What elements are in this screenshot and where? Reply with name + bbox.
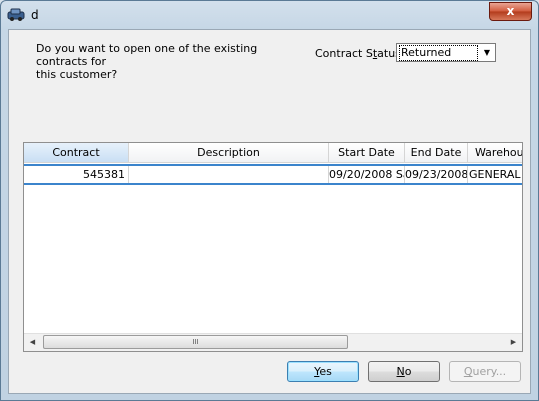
- column-header-end-date[interactable]: End Date: [405, 143, 468, 162]
- prompt-line-2: this customer?: [36, 68, 118, 81]
- yes-button[interactable]: Yes: [287, 361, 359, 382]
- column-header-description[interactable]: Description: [129, 143, 329, 162]
- contract-status-dropdown[interactable]: Returned ▼: [396, 43, 496, 62]
- query-button[interactable]: Query...: [449, 361, 521, 382]
- title-bar[interactable]: d x: [1, 1, 538, 29]
- app-icon: [7, 8, 25, 21]
- contract-status-label: Contract Status:: [315, 47, 405, 60]
- cell-end-date: 09/23/2008: [405, 166, 468, 183]
- cell-warehouse: GENERAL: [469, 168, 521, 181]
- chevron-down-icon[interactable]: ▼: [479, 44, 495, 61]
- column-header-start-date[interactable]: Start Date: [329, 143, 405, 162]
- cell-start-date: 09/20/2008 Sa: [329, 166, 405, 183]
- scroll-right-icon[interactable]: ▶: [505, 334, 522, 351]
- no-button[interactable]: No: [368, 361, 440, 382]
- scroll-thumb[interactable]: III: [43, 335, 348, 349]
- column-header-contract[interactable]: Contract: [24, 143, 129, 162]
- table-row[interactable]: 545381 09/20/2008 Sa 09/23/2008 GENERAL: [24, 164, 522, 185]
- grid-header: Contract Description Start Date End Date…: [24, 143, 522, 163]
- horizontal-scrollbar[interactable]: ◀ III ▶: [24, 333, 522, 351]
- dialog-window: d x Do you want to open one of the exist…: [0, 0, 539, 401]
- cell-description: [129, 166, 329, 183]
- close-icon: x: [506, 4, 515, 18]
- contracts-grid[interactable]: Contract Description Start Date End Date…: [23, 142, 523, 352]
- column-header-warehouse[interactable]: Warehou: [468, 143, 522, 162]
- scroll-left-icon[interactable]: ◀: [24, 334, 41, 351]
- window-title: d: [31, 8, 39, 22]
- dialog-body: Do you want to open one of the existing …: [8, 29, 531, 394]
- prompt-line-1: Do you want to open one of the existing …: [36, 42, 258, 68]
- contract-status-value: Returned: [399, 45, 478, 61]
- close-button[interactable]: x: [489, 2, 532, 21]
- cell-contract: 545381: [24, 166, 129, 183]
- prompt-question: Do you want to open one of the existing …: [36, 42, 301, 81]
